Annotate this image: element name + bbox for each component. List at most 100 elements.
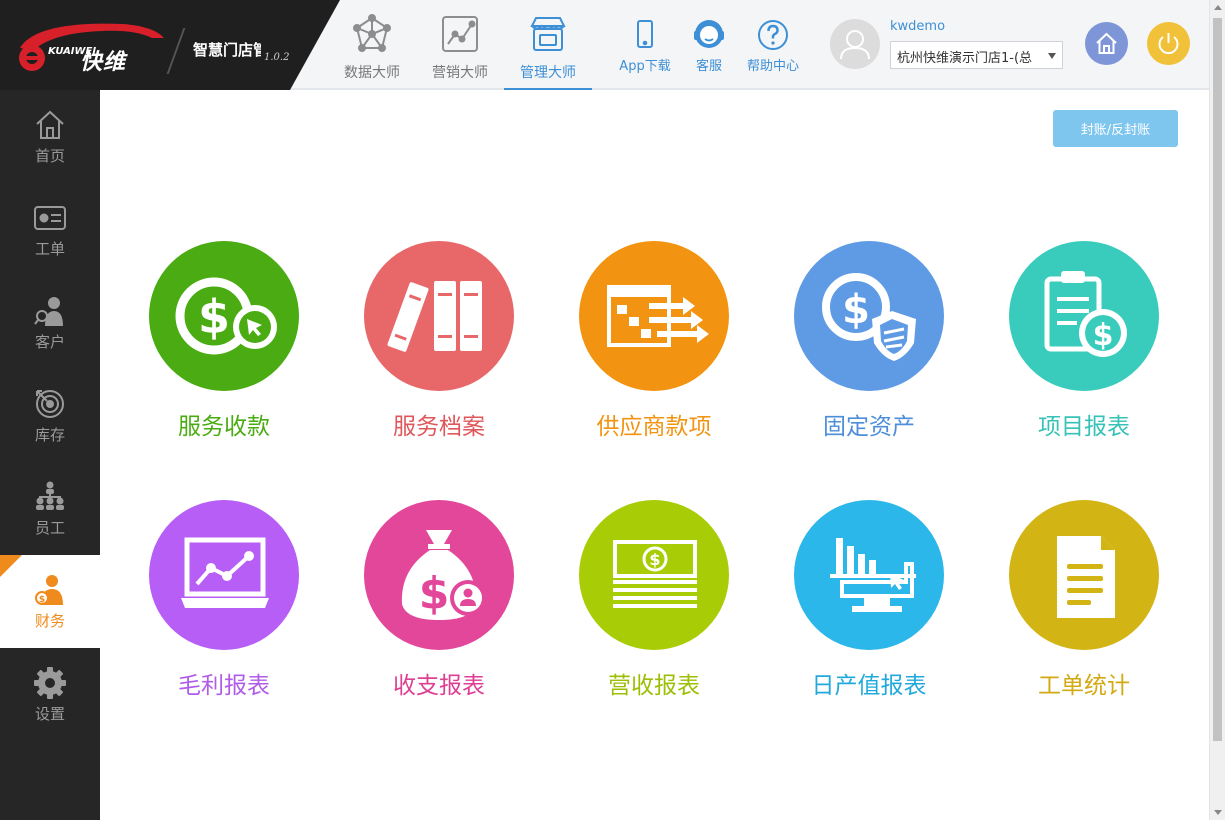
org-chart-icon [36,481,64,510]
seal-account-button[interactable]: 封账/反封账 [1053,110,1178,147]
tile-supplier-payments[interactable]: 供应商款项 [564,241,744,441]
svg-text:$: $ [649,550,660,569]
sidebar-item-label: 工单 [34,240,65,258]
sidebar-item-settings[interactable]: 设置 [0,648,100,741]
scroll-thumb[interactable] [1213,18,1222,741]
scrollbar[interactable] [1209,0,1225,820]
scroll-up-icon[interactable] [1214,5,1222,10]
network-icon [353,14,391,52]
sidebar-item-label: 员工 [34,519,65,537]
gear-icon [34,667,66,699]
sidebar-item-inventory[interactable]: 库存 [0,369,100,462]
phone-icon [637,20,653,48]
home-icon [1096,32,1117,54]
tile-label: 收支报表 [393,673,485,699]
tile-disc [794,500,944,650]
tile-disc: $ [364,500,514,650]
tile-work-order-stats[interactable]: 工单统计 [994,500,1174,700]
help-center-button[interactable]: 帮助中心 [738,18,808,74]
sidebar-item-label: 库存 [34,426,65,444]
finance-icon: $ [35,575,63,605]
tile-service-archive[interactable]: 服务档案 [349,241,529,441]
svg-text:$: $ [419,568,450,619]
app-download-button[interactable]: App下载 [610,18,680,74]
app-window: KUAIWEI 快维 智慧门店管 1.0.2 数据大师 营销大师 管理大师 Ap… [0,0,1225,820]
document-icon [1057,536,1115,618]
clipboard-dollar-icon: $ [1044,271,1127,357]
sidebar-item-customer[interactable]: 客户 [0,276,100,369]
chart-line-icon [442,16,478,52]
tab-data-master[interactable]: 数据大师 [328,0,416,90]
username: kwdemo [890,19,946,34]
tile-label: 服务档案 [393,414,485,440]
home-icon [36,110,64,139]
supplier-flow-icon [607,285,709,347]
svg-text:$: $ [842,287,870,333]
brand-block: KUAIWEI 快维 智慧门店管 1.0.2 [0,0,340,90]
laptop-chart-icon [181,537,269,608]
sidebar-item-label: 客户 [34,333,65,351]
cash-stack-icon: $ [613,540,697,608]
storefront-icon [530,17,566,51]
inventory-icon [36,390,64,418]
tile-label: 毛利报表 [178,673,270,699]
sidebar-item-staff[interactable]: 员工 [0,462,100,555]
sidebar-item-label: 首页 [34,147,65,165]
tile-daily-output-report[interactable]: 日产值报表 [779,500,959,700]
tile-disc: $ [579,500,729,650]
tile-label: 日产值报表 [811,673,927,699]
tile-disc [364,241,514,391]
tile-label: 项目报表 [1038,414,1130,440]
sidebar-item-work-order[interactable]: 工单 [0,183,100,276]
tile-project-report[interactable]: $ 项目报表 [994,241,1174,441]
top-header: KUAIWEI 快维 智慧门店管 1.0.2 数据大师 营销大师 管理大师 Ap… [0,0,1209,90]
tile-gross-profit-report[interactable]: 毛利报表 [134,500,314,700]
scroll-down-icon[interactable] [1214,810,1222,815]
tile-income-expense-report[interactable]: $ 收支报表 [349,500,529,700]
binders-icon [387,281,482,352]
tile-revenue-report[interactable]: $ 营收报表 [564,500,744,700]
app-download-label: App下载 [619,59,671,74]
sidebar-item-label: 设置 [34,705,65,723]
tile-disc: $ [149,241,299,391]
dollar-shield-icon: $ [822,273,916,361]
brand-name: 快维 [80,50,127,75]
main-content: 封账/反封账 $ 服务收款 服务档案 供应商款项 $ 固定资产 $ 项目报表 毛… [100,92,1209,820]
tile-disc [149,500,299,650]
tile-label: 营收报表 [608,673,700,699]
help-center-label: 帮助中心 [746,59,799,74]
chevron-down-icon [1048,53,1056,59]
logout-button[interactable] [1147,22,1190,65]
headset-icon [694,20,724,48]
tile-label: 固定资产 [823,414,915,440]
tile-disc: $ [1009,241,1159,391]
store-select[interactable]: 杭州快维演示门店1-(总 [890,41,1063,69]
tab-label: 管理大师 [520,65,576,81]
money-bag-icon: $ [401,530,486,620]
tab-marketing-master[interactable]: 营销大师 [416,0,504,90]
tab-label: 营销大师 [432,65,488,81]
sidebar-item-finance[interactable]: $ 财务 [0,555,100,648]
avatar[interactable] [830,19,880,69]
svg-text:$: $ [198,290,230,344]
customer-service-button[interactable]: 客服 [674,18,744,74]
sidebar-item-home[interactable]: 首页 [0,90,100,183]
sidebar-item-label: 财务 [34,612,65,630]
power-icon [1158,33,1179,55]
tab-management-master[interactable]: 管理大师 [504,0,592,90]
svg-text:$: $ [39,595,45,605]
tile-disc [1009,500,1159,650]
customer-service-label: 客服 [695,59,722,74]
tile-label: 工单统计 [1038,673,1130,699]
question-icon [758,20,788,50]
home-button[interactable] [1085,22,1128,65]
dollar-cursor-icon: $ [175,277,277,355]
tile-fixed-assets[interactable]: $ 固定资产 [779,241,959,441]
tile-service-payment[interactable]: $ 服务收款 [134,241,314,441]
monitor-bars-icon [830,538,916,612]
app-version: 1.0.2 [264,52,290,63]
svg-text:$: $ [1093,318,1114,353]
tile-disc [579,241,729,391]
store-select-value: 杭州快维演示门店1-(总 [897,51,1033,66]
tile-label: 供应商款项 [596,414,712,440]
